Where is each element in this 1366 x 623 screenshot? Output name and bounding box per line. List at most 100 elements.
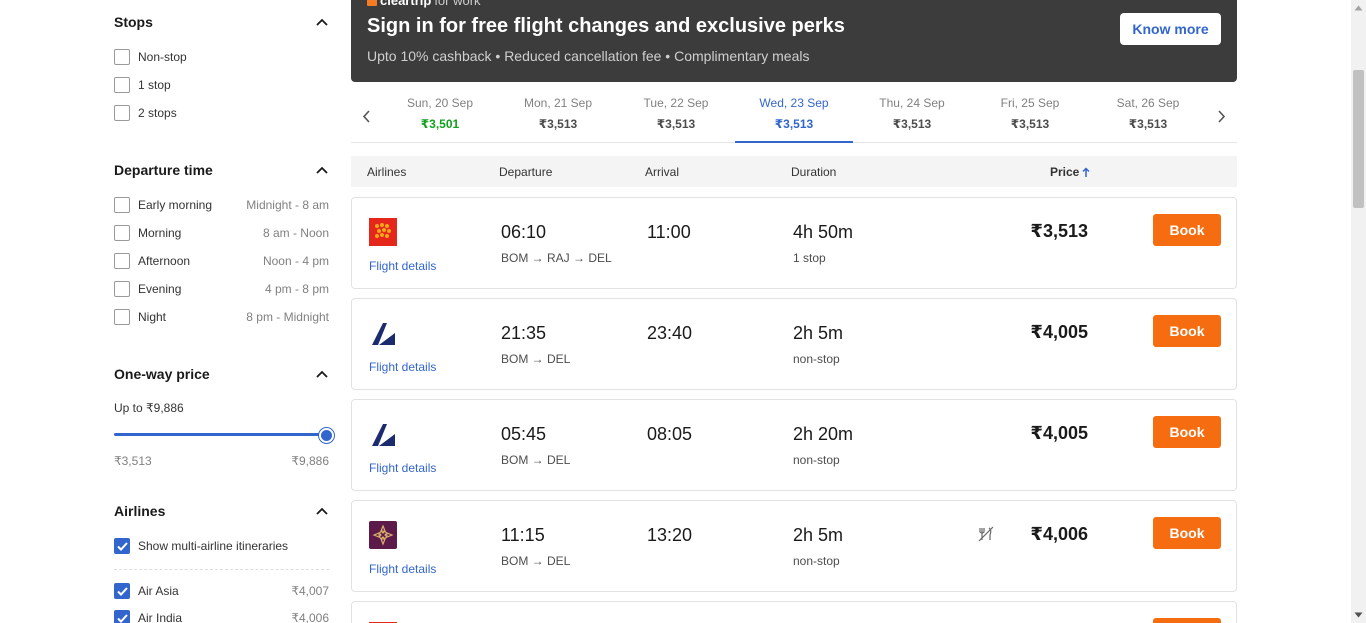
- slider-track[interactable]: [114, 433, 324, 436]
- header-airlines[interactable]: Airlines: [367, 165, 406, 179]
- stops-option-2stops[interactable]: 2 stops: [114, 104, 329, 122]
- date-price: ₹3,513: [656, 117, 696, 131]
- stops-count: 1 stop: [793, 251, 826, 265]
- departure-option-early-morning[interactable]: Early morning Midnight - 8 am: [114, 196, 329, 214]
- airline-option-air-india[interactable]: Air India ₹4,006: [114, 609, 329, 623]
- stops-option-nonstop[interactable]: Non-stop: [114, 48, 329, 66]
- date-tab[interactable]: Sat, 26 Sep ₹3,513: [1089, 90, 1207, 143]
- header-price-sort[interactable]: Price: [1050, 165, 1090, 179]
- checkbox[interactable]: [114, 105, 130, 121]
- date-label: Wed, 23 Sep: [759, 96, 829, 110]
- chevron-up-icon[interactable]: [315, 504, 329, 518]
- chevron-left-icon[interactable]: [358, 108, 374, 124]
- flight-details-link[interactable]: Flight details: [369, 562, 436, 576]
- brand-name: cleartrip: [380, 0, 432, 8]
- price-filter-header[interactable]: One-way price: [114, 364, 329, 384]
- flight-results-page: Stops Non-stop 1 stop 2 stops Departure …: [0, 0, 1366, 623]
- flight-details-link[interactable]: Flight details: [369, 259, 436, 273]
- header-arrival[interactable]: Arrival: [645, 165, 679, 179]
- option-range: 8 am - Noon: [262, 226, 329, 240]
- arrival-time: 23:40: [647, 323, 693, 343]
- header-departure[interactable]: Departure: [499, 165, 552, 179]
- option-label: Air Asia: [138, 584, 179, 598]
- option-range: Noon - 4 pm: [262, 254, 329, 268]
- departure-filter-header[interactable]: Departure time: [114, 160, 329, 180]
- departure-option-morning[interactable]: Morning 8 am - Noon: [114, 224, 329, 242]
- flight-details-link[interactable]: Flight details: [369, 461, 436, 475]
- book-button[interactable]: Book: [1153, 416, 1221, 448]
- fare-price: ₹3,513: [1030, 221, 1088, 241]
- no-meal-icon: [978, 526, 994, 542]
- arrival-time: 11:00: [647, 222, 691, 242]
- divider: [114, 569, 329, 570]
- departure-time: 06:10: [501, 222, 547, 242]
- know-more-button[interactable]: Know more: [1120, 13, 1221, 45]
- option-label: Night: [138, 310, 167, 324]
- scroll-up-icon[interactable]: [1354, 4, 1363, 12]
- checkbox-checked[interactable]: [114, 538, 130, 554]
- checkbox[interactable]: [114, 49, 130, 65]
- date-price: ₹3,513: [1128, 117, 1168, 131]
- slider-handle[interactable]: [319, 428, 334, 443]
- price-slider[interactable]: [114, 428, 334, 443]
- price-min-label: ₹3,513: [114, 454, 152, 468]
- date-price-strip: Sun, 20 Sep ₹3,501 Mon, 21 Sep ₹3,513 Tue, 2…: [351, 90, 1237, 143]
- airlines-filter-header[interactable]: Airlines: [114, 501, 329, 521]
- date-tab[interactable]: Mon, 21 Sep ₹3,513: [499, 90, 617, 143]
- scroll-thumb[interactable]: [1353, 70, 1364, 208]
- multi-airline-option[interactable]: Show multi-airline itineraries: [114, 537, 329, 555]
- airline-option-air-asia[interactable]: Air Asia ₹4,007: [114, 582, 329, 600]
- route: BOM → DEL: [501, 554, 571, 568]
- checkbox-checked[interactable]: [114, 583, 130, 599]
- date-label: Sat, 26 Sep: [1116, 96, 1180, 110]
- option-label: Non-stop: [138, 50, 187, 64]
- checkbox[interactable]: [114, 281, 130, 297]
- scroll-down-icon[interactable]: [1354, 611, 1363, 619]
- flight-result-card[interactable]: go Flight details 05:45 BOM → DEL 08:05 2h 20…: [351, 399, 1237, 491]
- chevron-up-icon[interactable]: [315, 367, 329, 381]
- chevron-right-icon[interactable]: [1214, 108, 1230, 124]
- date-tab[interactable]: Tue, 22 Sep ₹3,513: [617, 90, 735, 143]
- departure-option-night[interactable]: Night 8 pm - Midnight: [114, 308, 329, 326]
- option-label: Evening: [138, 282, 182, 296]
- page-scrollbar[interactable]: [1351, 0, 1366, 623]
- book-button[interactable]: Book: [1153, 214, 1221, 246]
- book-button[interactable]: Book: [1153, 315, 1221, 347]
- flight-details-link[interactable]: Flight details: [369, 360, 436, 374]
- stops-filter-header[interactable]: Stops: [114, 12, 329, 32]
- date-tab[interactable]: Sun, 20 Sep ₹3,501: [381, 90, 499, 143]
- arrival-time: 13:20: [647, 525, 693, 545]
- date-label: Tue, 22 Sep: [643, 96, 709, 110]
- option-price: ₹4,006: [291, 611, 329, 623]
- book-button[interactable]: Book: [1153, 517, 1221, 549]
- departure-time: 05:45: [501, 424, 547, 444]
- chevron-up-icon[interactable]: [315, 15, 329, 29]
- flight-result-card[interactable]: go Flight details 21:35 BOM → DEL 23:40 2h 5m…: [351, 298, 1237, 390]
- departure-time: 21:35: [501, 323, 547, 343]
- chevron-up-icon[interactable]: [315, 163, 329, 177]
- price-max-label: ₹9,886: [291, 454, 329, 468]
- departure-time: 11:15: [501, 525, 545, 545]
- flight-result-card[interactable]: Flight details 06:10 BOM → RAJ → DEL 11:00 4…: [351, 197, 1237, 289]
- checkbox[interactable]: [114, 197, 130, 213]
- checkbox[interactable]: [114, 77, 130, 93]
- checkbox[interactable]: [114, 225, 130, 241]
- checkbox[interactable]: [114, 253, 130, 269]
- stops-count: non-stop: [793, 554, 840, 568]
- departure-option-evening[interactable]: Evening 4 pm - 8 pm: [114, 280, 329, 298]
- stops-option-1stop[interactable]: 1 stop: [114, 76, 329, 94]
- book-button[interactable]: [1153, 618, 1221, 623]
- date-tab[interactable]: Thu, 24 Sep ₹3,513: [853, 90, 971, 143]
- checkbox[interactable]: [114, 309, 130, 325]
- date-label: Mon, 21 Sep: [523, 96, 593, 110]
- header-duration[interactable]: Duration: [791, 165, 836, 179]
- date-tab[interactable]: Wed, 23 Sep ₹3,513: [735, 90, 853, 143]
- date-tab[interactable]: Fri, 25 Sep ₹3,513: [971, 90, 1089, 143]
- cleartrip-logo-icon: [367, 0, 377, 6]
- date-label: Fri, 25 Sep: [1000, 96, 1060, 110]
- checkbox-checked[interactable]: [114, 610, 130, 623]
- departure-option-afternoon[interactable]: Afternoon Noon - 4 pm: [114, 252, 329, 270]
- goair-logo-icon: go: [369, 420, 397, 448]
- flight-result-card[interactable]: [351, 601, 1237, 623]
- flight-result-card[interactable]: Flight details 11:15 BOM → DEL 13:20 2h 5m no…: [351, 500, 1237, 592]
